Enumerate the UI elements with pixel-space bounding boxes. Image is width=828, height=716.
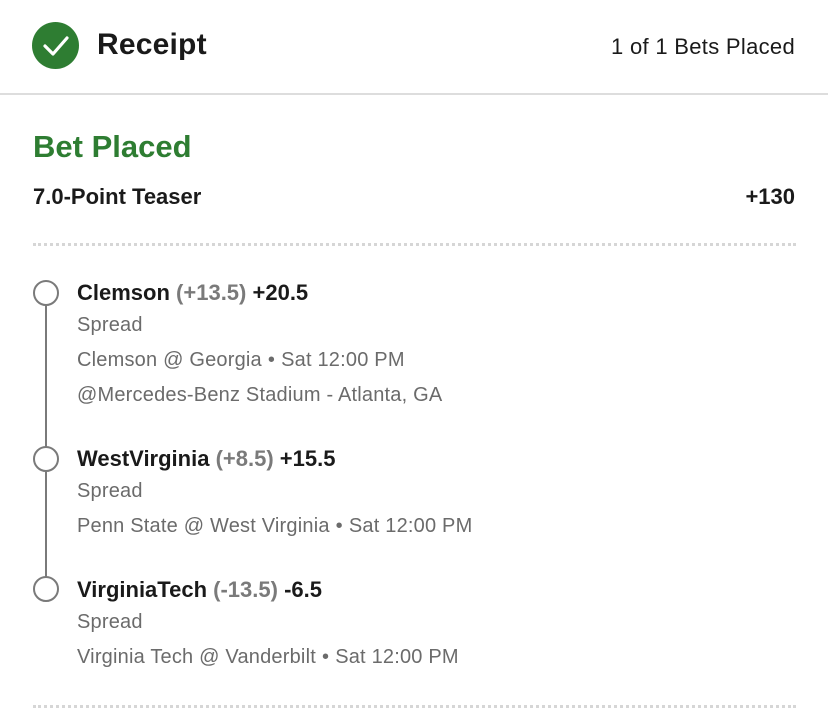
leg-original-line: (+13.5): [176, 280, 247, 305]
leg-team: Clemson: [77, 280, 170, 305]
receipt-page: Receipt 1 of 1 Bets Placed Bet Placed 7.…: [0, 0, 828, 716]
bets-placed-count: 1 of 1 Bets Placed: [611, 34, 795, 59]
separator-dot: •: [267, 349, 276, 371]
leg-original-line: (-13.5): [213, 577, 278, 602]
leg-market: Spread: [77, 611, 143, 633]
leg-event: Penn State @ West Virginia • Sat 12:00 PM: [77, 509, 797, 544]
receipt-title: Receipt: [97, 28, 207, 61]
leg-event: Clemson @ Georgia • Sat 12:00 PM: [77, 343, 797, 378]
leg-teased-line: +20.5: [252, 280, 309, 305]
leg-title: WestVirginia (+8.5) +15.5: [77, 444, 797, 474]
leg-item: WestVirginia (+8.5) +15.5 Spread Penn St…: [77, 444, 797, 544]
dotted-divider: [33, 243, 796, 246]
leg-event: Virginia Tech @ Vanderbilt • Sat 12:00 PM: [77, 640, 797, 675]
leg-time: Sat 12:00 PM: [335, 646, 459, 668]
receipt-header: Receipt 1 of 1 Bets Placed: [0, 0, 828, 95]
bet-type: 7.0-Point Teaser: [33, 184, 202, 209]
leg-time: Sat 12:00 PM: [281, 349, 405, 371]
receipt-sheet: Receipt 1 of 1 Bets Placed Bet Placed 7.…: [0, 0, 828, 716]
separator-dot: •: [321, 646, 330, 668]
bet-status: Bet Placed: [33, 129, 192, 164]
leg-item: Clemson (+13.5) +20.5 Spread Clemson @ G…: [77, 278, 797, 413]
leg-team: WestVirginia: [77, 446, 210, 471]
dotted-divider: [33, 705, 796, 708]
leg-market: Spread: [77, 480, 143, 502]
leg-title: VirginiaTech (-13.5) -6.5: [77, 575, 797, 605]
leg-teased-line: +15.5: [279, 446, 336, 471]
leg-item: VirginiaTech (-13.5) -6.5 Spread Virgini…: [77, 575, 797, 675]
separator-dot: •: [335, 515, 343, 537]
leg-original-line: (+8.5): [215, 446, 274, 471]
leg-title: Clemson (+13.5) +20.5: [77, 278, 797, 308]
leg-venue: @Mercedes-Benz Stadium - Atlanta, GA: [77, 384, 443, 406]
check-circle-icon: [32, 22, 79, 69]
leg-teased-line: -6.5: [284, 577, 322, 602]
leg-matchup: Clemson @ Georgia: [77, 349, 262, 371]
leg-time: Sat 12:00 PM: [348, 515, 473, 537]
leg-team: VirginiaTech: [77, 577, 208, 602]
leg-marker-icon: [33, 446, 59, 472]
leg-matchup: Penn State @ West Virginia: [77, 515, 330, 537]
leg-matchup: Virginia Tech @ Vanderbilt: [77, 646, 316, 668]
leg-marker-icon: [33, 280, 59, 306]
leg-marker-icon: [33, 576, 59, 602]
leg-market: Spread: [77, 314, 143, 336]
bet-odds: +130: [745, 184, 795, 209]
